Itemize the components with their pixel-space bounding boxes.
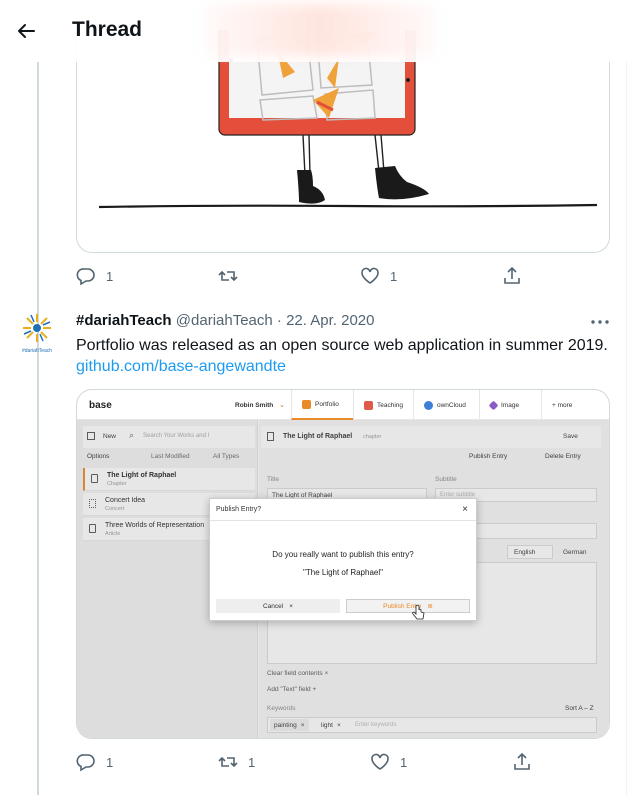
image-icon [488, 400, 499, 410]
tab-image: Image [479, 390, 541, 420]
avatar-logo: #dariahTeach [22, 314, 52, 354]
owncloud-icon [424, 400, 433, 410]
publish-modal: Publish Entry? × Do you really want to p… [209, 498, 477, 621]
tab-owncloud: ownCloud [413, 390, 479, 420]
tab-teaching: Teaching [353, 390, 413, 420]
reply-count: 1 [106, 754, 114, 770]
illustration-image [98, 30, 598, 209]
blurred-image-strip [205, 4, 435, 56]
back-button[interactable] [12, 17, 40, 45]
app-navbar: base Robin Smith ⌄ Portfolio Teaching ow… [77, 390, 609, 420]
more-icon [591, 320, 609, 324]
prev-tweet-actions: 1 1 [76, 266, 536, 286]
reply-count: 1 [106, 268, 114, 284]
thread-line [37, 62, 39, 795]
like-icon [371, 753, 389, 770]
author-name[interactable]: #dariahTeach [76, 312, 172, 329]
reply-button[interactable]: 1 [76, 266, 218, 286]
reply-icon [76, 754, 95, 772]
cancel-button: Cancel × [216, 599, 340, 613]
avatar-text: #dariahTeach [22, 348, 52, 354]
like-icon [361, 267, 379, 284]
hand-cursor-icon [412, 605, 425, 620]
illustration-card[interactable] [76, 30, 610, 253]
user-menu: Robin Smith [235, 402, 274, 409]
modal-question: Do you really want to publish this entry… [272, 550, 414, 559]
modal-title: Publish Entry? [216, 506, 262, 513]
share-button[interactable] [512, 752, 532, 772]
retweet-button[interactable]: 1 [218, 752, 370, 772]
close-icon: × [462, 504, 468, 515]
author-handle[interactable]: @dariahTeach [176, 312, 273, 329]
share-button[interactable] [502, 266, 522, 286]
retweet-icon [218, 270, 238, 282]
tweet-actions: 1 1 1 [76, 752, 536, 772]
app-logo: base [89, 400, 112, 411]
like-count: 1 [390, 268, 398, 284]
reply-icon [76, 268, 95, 286]
chevron-down-icon: ⌄ [279, 402, 285, 409]
tweet-text: Portfolio was released as an open source… [76, 337, 608, 354]
retweet-count: 1 [248, 754, 256, 770]
modal-entry-name: "The Light of Raphael" [303, 568, 383, 577]
like-button[interactable]: 1 [370, 752, 512, 772]
media-card[interactable]: base Robin Smith ⌄ Portfolio Teaching ow… [76, 389, 610, 739]
teaching-icon [364, 400, 373, 410]
share-icon [514, 752, 530, 770]
page-title: Thread [72, 18, 143, 41]
share-icon [504, 266, 520, 284]
back-arrow-icon [18, 24, 35, 38]
retweet-button[interactable] [218, 266, 360, 286]
tweet-link[interactable]: github.com/base-angewandte [76, 356, 286, 377]
top-bar: Thread [0, 0, 640, 62]
portfolio-icon [302, 399, 311, 409]
like-count: 1 [400, 754, 408, 770]
reply-button[interactable]: 1 [76, 752, 218, 772]
retweet-icon [218, 756, 238, 768]
tab-more: + more [541, 390, 609, 420]
avatar[interactable]: #dariahTeach [17, 310, 57, 355]
tweet-date[interactable]: 22. Apr. 2020 [286, 312, 374, 329]
more-button[interactable] [588, 314, 612, 330]
app-screenshot: base Robin Smith ⌄ Portfolio Teaching ow… [77, 390, 609, 738]
like-button[interactable]: 1 [360, 266, 502, 286]
separator: · [276, 312, 282, 329]
tweet-header: #dariahTeach @dariahTeach · 22. Apr. 202… [76, 312, 375, 329]
column-border [626, 0, 627, 795]
tab-portfolio: Portfolio [291, 390, 353, 420]
publish-button: Publish Entry ⊕ [346, 599, 470, 613]
